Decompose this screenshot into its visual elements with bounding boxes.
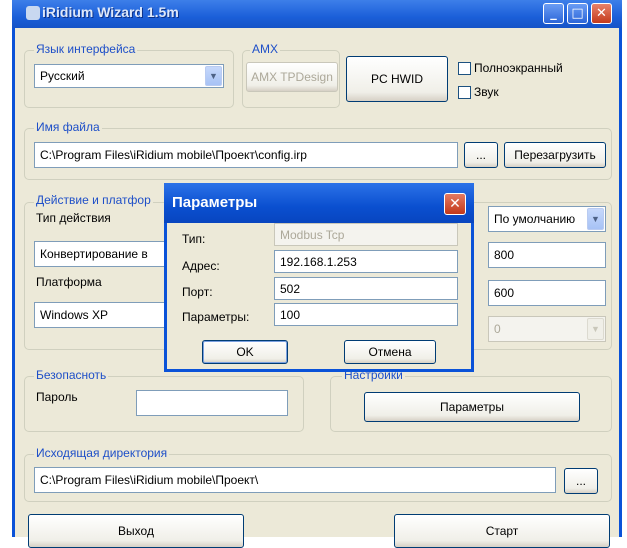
dialog-address-label: Адрес: bbox=[182, 259, 220, 273]
file-browse-button[interactable]: ... bbox=[464, 142, 498, 168]
height-input[interactable]: 600 bbox=[488, 280, 606, 306]
dialog-type-label: Тип: bbox=[182, 232, 206, 246]
file-group-title: Имя файла bbox=[34, 120, 102, 134]
output-browse-button[interactable]: ... bbox=[564, 468, 598, 494]
platform-label: Платформа bbox=[36, 275, 102, 289]
dialog-port-input[interactable]: 502 bbox=[274, 277, 458, 300]
title-bar[interactable]: iRidium Wizard 1.5m _ □ ✕ bbox=[12, 0, 622, 28]
disabled-select-value: 0 bbox=[494, 322, 501, 336]
output-group-title: Исходящая директория bbox=[34, 446, 170, 460]
dialog-cancel-button[interactable]: Отмена bbox=[344, 340, 436, 364]
maximize-icon[interactable]: □ bbox=[567, 3, 588, 24]
chevron-down-icon: ▼ bbox=[587, 318, 604, 340]
dialog-params-label: Параметры: bbox=[182, 310, 250, 324]
start-button[interactable]: Старт bbox=[394, 514, 610, 548]
window-title: iRidium Wizard 1.5m bbox=[42, 4, 179, 20]
action-type-select[interactable]: Конвертирование в bbox=[34, 241, 174, 267]
sound-checkbox[interactable] bbox=[458, 86, 471, 99]
minimize-icon[interactable]: _ bbox=[543, 3, 564, 24]
dialog-ok-button[interactable]: OK bbox=[202, 340, 288, 364]
language-select[interactable]: Русский ▼ bbox=[34, 64, 224, 88]
width-input[interactable]: 800 bbox=[488, 242, 606, 268]
default-select-value: По умолчанию bbox=[494, 212, 576, 226]
action-type-label: Тип действия bbox=[36, 211, 111, 225]
close-icon[interactable]: ✕ bbox=[591, 3, 612, 24]
password-label: Пароль bbox=[36, 390, 78, 404]
platform-select[interactable]: Windows XP bbox=[34, 302, 174, 328]
dialog-close-icon[interactable]: ✕ bbox=[444, 193, 466, 215]
dialog-title: Параметры bbox=[172, 194, 258, 211]
language-group-title: Язык интерфейса bbox=[34, 42, 138, 56]
default-select[interactable]: По умолчанию ▼ bbox=[488, 206, 606, 232]
settings-params-button[interactable]: Параметры bbox=[364, 392, 580, 422]
app-icon bbox=[26, 6, 40, 20]
file-path-input[interactable]: C:\Program Files\iRidium mobile\Проект\c… bbox=[34, 142, 458, 168]
exit-button[interactable]: Выход bbox=[28, 514, 244, 548]
dialog-type-field: Modbus Tcp bbox=[274, 223, 458, 246]
dialog-params-input[interactable]: 100 bbox=[274, 303, 458, 326]
action-group-title: Действие и платфор bbox=[34, 193, 153, 207]
sound-label: Звук bbox=[474, 85, 499, 99]
dialog-port-label: Порт: bbox=[182, 285, 213, 299]
pc-hwid-button[interactable]: PC HWID bbox=[346, 56, 448, 102]
fullscreen-checkbox[interactable] bbox=[458, 62, 471, 75]
amx-group-title: AMX bbox=[250, 42, 281, 56]
amx-tpdesign-button[interactable]: AMX TPDesign bbox=[246, 62, 338, 92]
chevron-down-icon[interactable]: ▼ bbox=[587, 208, 604, 230]
password-input[interactable] bbox=[136, 390, 288, 416]
reload-button[interactable]: Перезагрузить bbox=[504, 142, 606, 168]
fullscreen-label: Полноэкранный bbox=[474, 61, 563, 75]
language-select-value: Русский bbox=[40, 69, 85, 83]
security-group-title: Безопасноть bbox=[34, 368, 109, 382]
dialog-address-input[interactable]: 192.168.1.253 bbox=[274, 250, 458, 273]
chevron-down-icon[interactable]: ▼ bbox=[205, 66, 222, 86]
output-path-input[interactable]: C:\Program Files\iRidium mobile\Проект\ bbox=[34, 467, 556, 493]
disabled-select: 0 ▼ bbox=[488, 316, 606, 342]
